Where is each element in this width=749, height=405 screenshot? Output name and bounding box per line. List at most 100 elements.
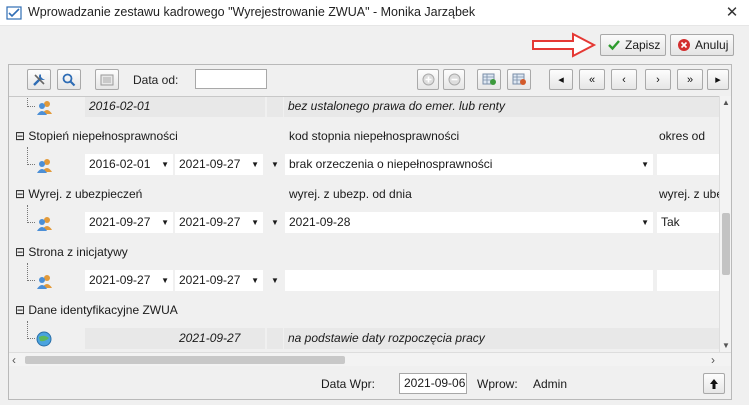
group-header-row: ⊟ Dane identyfikacyjne ZWUA (9, 295, 719, 325)
vertical-scroll-thumb[interactable] (722, 213, 730, 275)
red-arrow-icon (532, 32, 597, 58)
group-label[interactable]: ⊟ Dane identyfikacyjne ZWUA (15, 303, 178, 317)
entered-by-value: Admin (533, 377, 568, 391)
group-label[interactable]: ⊟ Wyrej. z ubezpieczeń (15, 187, 142, 201)
dropdown-arrow-icon[interactable]: ▼ (251, 154, 259, 175)
horizontal-scrollbar[interactable]: ‹ › (9, 352, 731, 367)
import-button[interactable] (507, 69, 531, 90)
column-header: wyrej. z ubezp. od dnia (289, 187, 412, 201)
entered-by-label: Wprow: (477, 377, 518, 391)
table-row: 2021-09-27 ▼ 2021-09-27 ▼ ▼ 2021-09-28 ▼ Tak (9, 205, 719, 237)
date-from-cell[interactable] (85, 328, 175, 349)
nav-prev-button[interactable]: ‹ (611, 69, 637, 90)
scroll-left-icon[interactable]: ‹ (12, 353, 16, 367)
extra-cell[interactable] (657, 154, 719, 175)
app-icon (6, 6, 22, 20)
group-label[interactable]: ⊟ Strona z inicjatywy (15, 245, 128, 259)
grid-remove-icon (512, 73, 526, 85)
save-button[interactable]: Zapisz (600, 34, 666, 56)
value-text: 2021-09-28 (289, 215, 351, 229)
search-button[interactable] (57, 69, 81, 90)
close-icon[interactable]: ✕ (721, 2, 743, 24)
date-from-cell[interactable]: 2021-09-27 ▼ (85, 212, 173, 233)
value-cell[interactable]: 2021-09-28 ▼ (285, 212, 653, 233)
dropdown-arrow-icon[interactable]: ▼ (641, 154, 649, 175)
value-cell[interactable]: brak orzeczenia o niepełnosprawności ▼ (285, 154, 653, 175)
tools-icon (32, 74, 45, 86)
date-to-cell[interactable]: 2021-09-27 ▼ (175, 154, 263, 175)
date-entered-field[interactable]: 2021-09-06 (399, 373, 467, 394)
users-icon (37, 217, 52, 231)
date-from-input[interactable] (195, 69, 267, 89)
export-button[interactable] (477, 69, 501, 90)
spacer-cell (267, 328, 283, 349)
tree-connector (27, 205, 35, 223)
horizontal-scroll-thumb[interactable] (25, 356, 345, 364)
table-row: 2021-09-27 ▼ 2021-09-27 ▼ ▼ (9, 263, 719, 295)
globe-icon (36, 331, 52, 347)
remove-button[interactable] (443, 69, 465, 90)
tools-button[interactable] (27, 69, 51, 90)
dropdown-arrow-icon[interactable]: ▼ (161, 154, 169, 175)
search-icon (62, 73, 76, 86)
value-cell[interactable]: na podstawie daty rozpoczęcia pracy (284, 328, 719, 349)
date-from-cell[interactable]: 2016-02-01 ▼ (85, 154, 173, 175)
spacer-cell (267, 97, 283, 117)
cancel-button[interactable]: Anuluj (670, 34, 734, 56)
scroll-down-icon[interactable]: ▼ (720, 341, 732, 350)
dropdown-arrow-icon[interactable]: ▼ (161, 212, 169, 233)
group-header-row: ⊟ Stopień niepełnosprawności kod stopnia … (9, 121, 719, 151)
dropdown-arrow-icon[interactable]: ▼ (251, 212, 259, 233)
table-row: 2021-09-27 na podstawie daty rozpoczęcia … (9, 321, 719, 352)
date-to-value: 2021-09-27 (179, 273, 241, 287)
dropdown-arrow-icon[interactable]: ▼ (267, 270, 283, 291)
scroll-right-icon[interactable]: › (711, 353, 715, 367)
date-entered-label: Data Wpr: (321, 377, 376, 391)
dropdown-arrow-icon[interactable]: ▼ (641, 212, 649, 233)
minus-circle-icon (448, 73, 460, 86)
table-row: 2016-02-01 ▼ 2021-09-27 ▼ ▼ brak orzeczenia o… (9, 147, 719, 179)
date-from-value: 2016-02-01 (89, 157, 151, 171)
dropdown-arrow-icon[interactable]: ▼ (267, 212, 283, 233)
data-grid: 2016-02-01 bez ustalonego prawa do emer. … (9, 96, 731, 352)
plus-circle-icon (422, 73, 434, 86)
nav-next-page-button[interactable]: » (677, 69, 703, 90)
group-label[interactable]: ⊟ Stopień niepełnosprawności (15, 129, 178, 143)
dropdown-arrow-icon[interactable]: ▼ (251, 270, 259, 291)
window-title: Wprowadzanie zestawu kadrowego "Wyrejest… (28, 5, 476, 19)
move-up-button[interactable] (703, 373, 725, 394)
date-from-cell[interactable]: 2016-02-01 (85, 97, 175, 117)
dropdown-arrow-icon[interactable]: ▼ (161, 270, 169, 291)
date-to-cell[interactable]: 2021-09-27 ▼ (175, 270, 263, 291)
nav-prev-page-button[interactable]: « (579, 69, 605, 90)
grid-toolbar: Data od: ◂ « ‹ › » ▸ (9, 65, 731, 95)
title-bar: Wprowadzanie zestawu kadrowego "Wyrejest… (0, 0, 749, 26)
extra-cell[interactable] (657, 270, 719, 291)
date-to-cell[interactable]: 2021-09-27 ▼ (175, 212, 263, 233)
date-to-value: 2021-09-27 (179, 215, 241, 229)
footer-bar: Data Wpr: 2021-09-06 Wprow: Admin (9, 367, 731, 399)
arrow-up-icon (710, 378, 718, 389)
add-button[interactable] (417, 69, 439, 90)
date-to-cell[interactable]: 2021-09-27 (175, 328, 265, 349)
table-row: 2016-02-01 bez ustalonego prawa do emer. … (9, 97, 719, 121)
group-header-row: ⊟ Wyrej. z ubezpieczeń wyrej. z ubezp. od… (9, 179, 729, 209)
value-cell[interactable] (285, 270, 653, 291)
date-to-cell[interactable] (175, 97, 265, 117)
vertical-scrollbar[interactable]: ▲ ▼ (719, 96, 731, 352)
calendar-button[interactable] (95, 69, 119, 90)
nav-last-button[interactable]: ▸ (707, 69, 729, 90)
users-icon (37, 159, 52, 173)
date-from-value: 2021-09-27 (89, 215, 151, 229)
cancel-label: Anuluj (695, 38, 729, 52)
group-header-row: ⊟ Strona z inicjatywy (9, 237, 719, 267)
value-cell[interactable]: bez ustalonego prawa do emer. lub renty (284, 97, 719, 117)
nav-next-button[interactable]: › (645, 69, 671, 90)
date-from-cell[interactable]: 2021-09-27 ▼ (85, 270, 173, 291)
dropdown-arrow-icon[interactable]: ▼ (267, 154, 283, 175)
nav-first-button[interactable]: ◂ (549, 69, 573, 90)
tree-connector (27, 321, 35, 339)
column-header: kod stopnia niepełnosprawności (289, 129, 460, 143)
scroll-up-icon[interactable]: ▲ (720, 98, 732, 107)
extra-cell[interactable]: Tak (657, 212, 719, 233)
